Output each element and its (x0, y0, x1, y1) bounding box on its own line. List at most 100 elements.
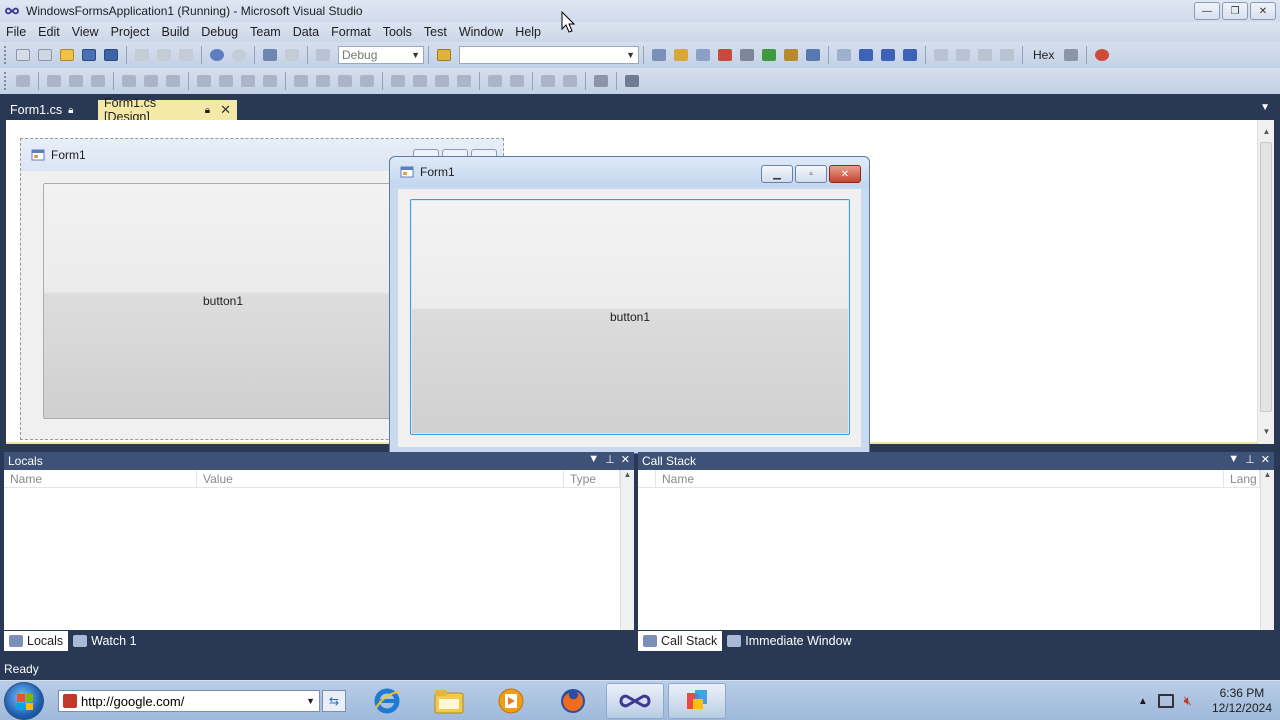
threads-icon[interactable] (1061, 45, 1081, 65)
class-view-icon[interactable] (781, 45, 801, 65)
align-to-grid-icon[interactable] (13, 71, 33, 91)
close-icon[interactable]: ✕ (220, 102, 231, 118)
go-refresh-icon[interactable]: ⇆ (322, 690, 346, 712)
save-icon[interactable] (79, 45, 99, 65)
horizontal-spacing-equal-icon[interactable] (291, 71, 311, 91)
scroll-down-icon[interactable]: ▼ (1258, 424, 1275, 440)
restart-icon[interactable] (900, 45, 920, 65)
menu-edit[interactable]: Edit (32, 22, 66, 42)
running-button1[interactable]: button1 (410, 199, 850, 435)
vertical-spacing-decrease-icon[interactable] (432, 71, 452, 91)
copy-icon[interactable] (154, 45, 174, 65)
find-combo[interactable]: ▼ (459, 46, 639, 64)
internet-explorer-icon[interactable] (358, 683, 416, 719)
break-all-icon[interactable] (856, 45, 876, 65)
solution-explorer-icon[interactable] (649, 45, 669, 65)
toolbar-grip[interactable] (4, 46, 8, 64)
media-player-icon[interactable] (482, 683, 540, 719)
vertical-spacing-remove-icon[interactable] (454, 71, 474, 91)
find-in-files-icon[interactable] (434, 45, 454, 65)
address-toolbar[interactable]: ▼ (58, 690, 320, 712)
tools-icon[interactable] (737, 45, 757, 65)
minimize-icon[interactable]: ▁ (761, 165, 793, 183)
object-browser-icon[interactable] (693, 45, 713, 65)
save-all-icon[interactable] (101, 45, 121, 65)
center-vertically-icon[interactable] (507, 71, 527, 91)
make-same-size-icon[interactable] (260, 71, 280, 91)
bring-to-front-icon[interactable] (538, 71, 558, 91)
vertical-spacing-increase-icon[interactable] (410, 71, 430, 91)
make-same-width-icon[interactable] (194, 71, 214, 91)
column-name[interactable]: Name (656, 470, 1224, 487)
start-button[interactable] (4, 682, 44, 720)
align-middles-icon[interactable] (141, 71, 161, 91)
column-value[interactable]: Value (197, 470, 564, 487)
locals-vertical-scrollbar[interactable]: ▲ (620, 470, 634, 630)
column-language[interactable]: Lang (1224, 470, 1260, 487)
vertical-spacing-equal-icon[interactable] (388, 71, 408, 91)
office-icon[interactable] (668, 683, 726, 719)
clock[interactable]: 6:36 PM 12/12/2024 (1212, 686, 1272, 716)
scroll-thumb[interactable] (1260, 142, 1272, 412)
close-icon[interactable]: ✕ (829, 165, 861, 183)
call-stack-vertical-scrollbar[interactable]: ▲ (1260, 470, 1274, 630)
running-form-window[interactable]: Form1 ▁ ▫ ✕ button1 (389, 156, 870, 454)
continue-icon[interactable] (834, 45, 854, 65)
restore-button[interactable]: ❐ (1222, 2, 1248, 20)
size-to-grid-icon[interactable] (216, 71, 236, 91)
navigate-forward-icon[interactable] (282, 45, 302, 65)
pin-icon[interactable]: ⊥ (605, 453, 615, 466)
menu-build[interactable]: Build (155, 22, 195, 42)
tab-form1-cs[interactable]: Form1.cs 🔒︎ (4, 100, 79, 120)
navigate-backward-icon[interactable] (260, 45, 280, 65)
tab-locals[interactable]: Locals (4, 631, 69, 651)
volume-muted-icon[interactable]: 🔇︎ (1184, 693, 1192, 709)
add-item-icon[interactable] (35, 45, 55, 65)
show-next-statement-icon[interactable] (931, 45, 951, 65)
make-same-height-icon[interactable] (238, 71, 258, 91)
horizontal-spacing-remove-icon[interactable] (357, 71, 377, 91)
designer-button1[interactable]: button1 (43, 183, 403, 419)
close-icon[interactable]: ✕ (621, 453, 630, 466)
menu-window[interactable]: Window (453, 22, 509, 42)
center-horizontally-icon[interactable] (485, 71, 505, 91)
locals-grid[interactable]: Name Value Type ▲ (4, 470, 634, 630)
step-into-icon[interactable] (953, 45, 973, 65)
toolbar-grip[interactable] (4, 72, 8, 90)
menu-tools[interactable]: Tools (377, 22, 418, 42)
send-to-back-icon[interactable] (560, 71, 580, 91)
address-input[interactable] (81, 693, 301, 709)
cut-icon[interactable] (132, 45, 152, 65)
open-file-icon[interactable] (57, 45, 77, 65)
extension-icon[interactable] (803, 45, 823, 65)
tab-immediate-window[interactable]: Immediate Window (722, 631, 856, 651)
column-name[interactable]: Name (4, 470, 197, 487)
minimize-button[interactable]: — (1194, 2, 1220, 20)
network-icon[interactable] (1157, 694, 1174, 708)
horizontal-spacing-decrease-icon[interactable] (335, 71, 355, 91)
close-button[interactable]: ✕ (1250, 2, 1276, 20)
menu-view[interactable]: View (66, 22, 105, 42)
start-debugging-icon[interactable] (313, 45, 333, 65)
tab-watch-1[interactable]: Watch 1 (68, 631, 141, 651)
align-rights-icon[interactable] (88, 71, 108, 91)
step-out-icon[interactable] (997, 45, 1017, 65)
column-type[interactable]: Type (564, 470, 620, 487)
show-hidden-icons-icon[interactable]: ▲ (1138, 696, 1148, 707)
tab-form1-design[interactable]: Form1.cs [Design] 🔒︎ ✕ (98, 96, 237, 124)
menu-test[interactable]: Test (418, 22, 453, 42)
maximize-icon[interactable]: ▫ (795, 165, 827, 183)
menu-debug[interactable]: Debug (195, 22, 244, 42)
call-stack-grid[interactable]: Name Lang ▲ (638, 470, 1274, 630)
align-centers-icon[interactable] (66, 71, 86, 91)
align-tops-icon[interactable] (119, 71, 139, 91)
chevron-down-icon[interactable]: ▼ (588, 453, 599, 466)
breakpoints-icon[interactable] (1092, 45, 1112, 65)
menu-project[interactable]: Project (105, 22, 156, 42)
step-over-icon[interactable] (975, 45, 995, 65)
solution-configuration-select[interactable]: Debug ▼ (338, 46, 424, 64)
stop-debugging-icon[interactable] (878, 45, 898, 65)
paste-icon[interactable] (176, 45, 196, 65)
redo-icon[interactable] (229, 45, 249, 65)
tab-order-icon[interactable] (591, 71, 611, 91)
